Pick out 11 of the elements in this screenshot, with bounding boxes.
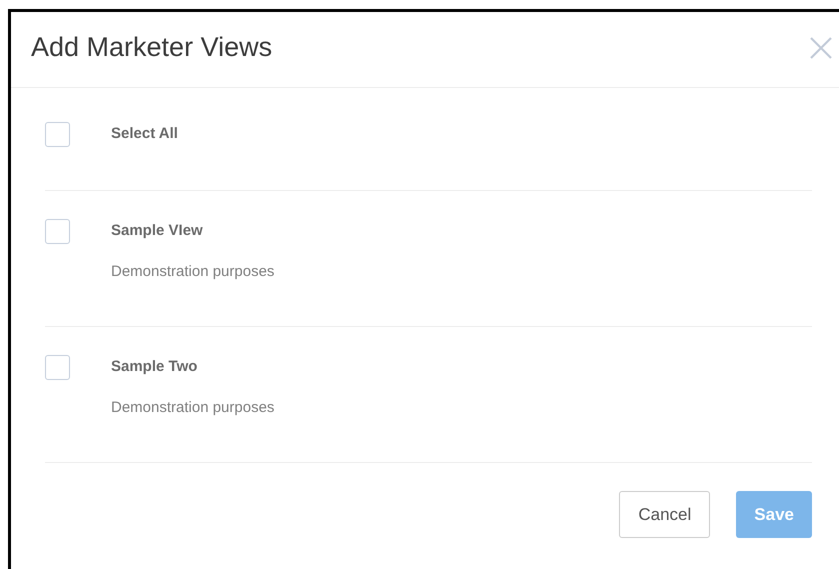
select-all-label: Select All — [111, 124, 178, 144]
view-name: Sample Two — [111, 357, 198, 377]
cancel-button[interactable]: Cancel — [619, 491, 710, 538]
view-name: Sample VIew — [111, 221, 204, 241]
checkbox[interactable] — [45, 355, 70, 380]
checkbox[interactable] — [45, 122, 70, 147]
view-description: Demonstration purposes — [111, 398, 274, 418]
checkbox[interactable] — [45, 219, 70, 244]
view-description: Demonstration purposes — [111, 262, 274, 282]
close-icon[interactable] — [808, 34, 834, 60]
dialog-title: Add Marketer Views — [31, 31, 272, 64]
